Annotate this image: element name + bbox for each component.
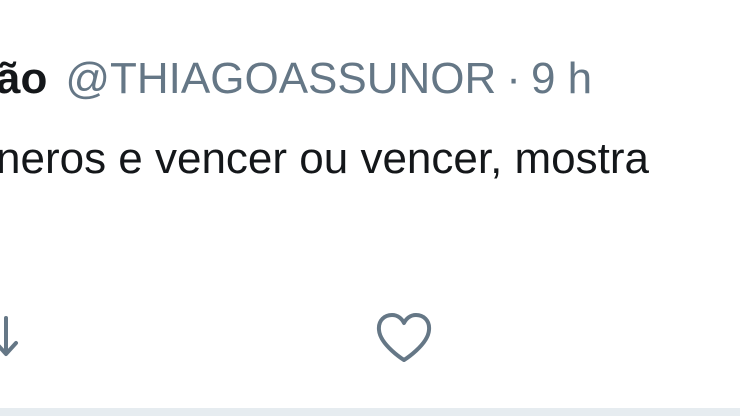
tweet-card[interactable]: ão @THIAGOASSUNOR · 9 h neros e vencer ou v… xyxy=(0,0,740,416)
tweet-text: neros e vencer ou vencer, mostra xyxy=(0,134,649,183)
reply-arrow-icon xyxy=(0,316,18,356)
tweet-timestamp[interactable]: 9 h xyxy=(531,54,592,103)
reply-button[interactable] xyxy=(0,312,28,364)
tweet-header: ão @THIAGOASSUNOR · 9 h xyxy=(0,50,592,108)
tweet-divider xyxy=(0,408,740,416)
header-separator: · xyxy=(506,54,521,103)
author-display-name[interactable]: ão xyxy=(0,54,47,103)
like-button[interactable] xyxy=(374,310,434,366)
heart-outline-icon xyxy=(376,313,432,362)
author-handle[interactable]: @THIAGOASSUNOR xyxy=(65,54,496,103)
